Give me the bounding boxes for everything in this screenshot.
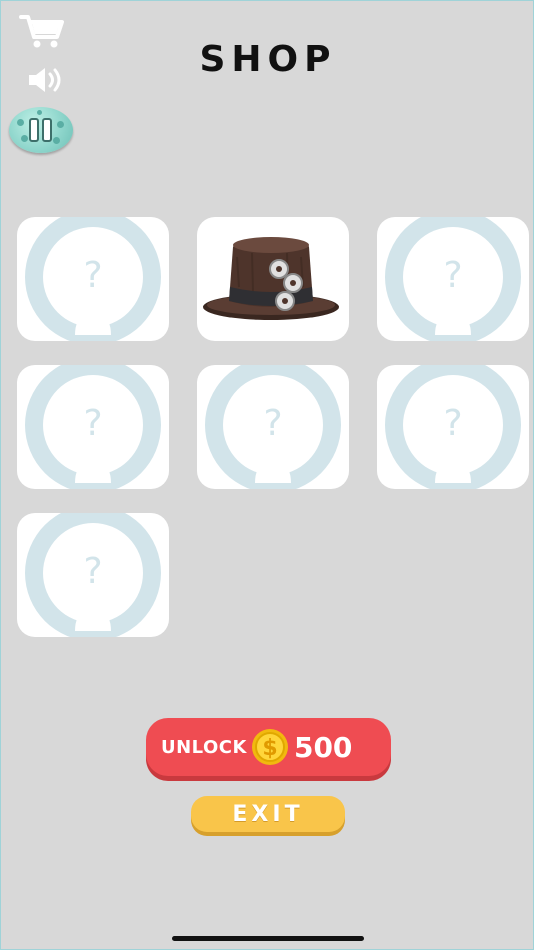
pause-icon bbox=[29, 118, 53, 142]
question-mark-icon: ? bbox=[83, 551, 102, 592]
question-mark-icon: ? bbox=[263, 403, 282, 444]
top-hat-icon bbox=[203, 237, 339, 320]
pause-button-dot bbox=[21, 135, 28, 142]
pause-button-dot bbox=[37, 110, 42, 115]
pause-button-dot bbox=[53, 137, 60, 144]
svg-text:$: $ bbox=[262, 736, 277, 761]
question-mark-icon: ? bbox=[443, 403, 462, 444]
coin-icon: $ bbox=[251, 729, 288, 765]
unlock-label: UNLOCK bbox=[161, 736, 247, 758]
locked-silhouette-icon: ? bbox=[25, 513, 161, 637]
pause-button-dot bbox=[17, 119, 24, 126]
pause-button-dot bbox=[57, 121, 64, 128]
unlock-button[interactable]: UNLOCK $ 500 bbox=[146, 718, 391, 776]
locked-item-tile[interactable]: ? bbox=[377, 217, 529, 341]
pause-button[interactable] bbox=[9, 107, 73, 153]
locked-silhouette-icon: ? bbox=[25, 217, 161, 341]
locked-item-tile[interactable]: ? bbox=[17, 365, 169, 489]
locked-silhouette-icon: ? bbox=[385, 365, 521, 489]
locked-item-tile[interactable]: ? bbox=[17, 217, 169, 341]
locked-silhouette-icon: ? bbox=[385, 217, 521, 341]
home-indicator[interactable] bbox=[172, 936, 364, 941]
unlock-price: 500 bbox=[293, 730, 353, 764]
exit-button[interactable]: EXIT bbox=[191, 796, 345, 832]
question-mark-icon: ? bbox=[443, 255, 462, 296]
locked-silhouette-icon: ? bbox=[205, 365, 341, 489]
locked-item-tile[interactable]: ? bbox=[197, 365, 349, 489]
page-title: SHOP bbox=[199, 39, 337, 80]
locked-item-tile[interactable]: ? bbox=[17, 513, 169, 637]
locked-silhouette-icon: ? bbox=[25, 365, 161, 489]
locked-item-tile[interactable]: ? bbox=[377, 365, 529, 489]
question-mark-icon: ? bbox=[83, 403, 102, 444]
question-mark-icon: ? bbox=[83, 255, 102, 296]
unlocked-item-tile-top-hat[interactable] bbox=[197, 217, 349, 341]
